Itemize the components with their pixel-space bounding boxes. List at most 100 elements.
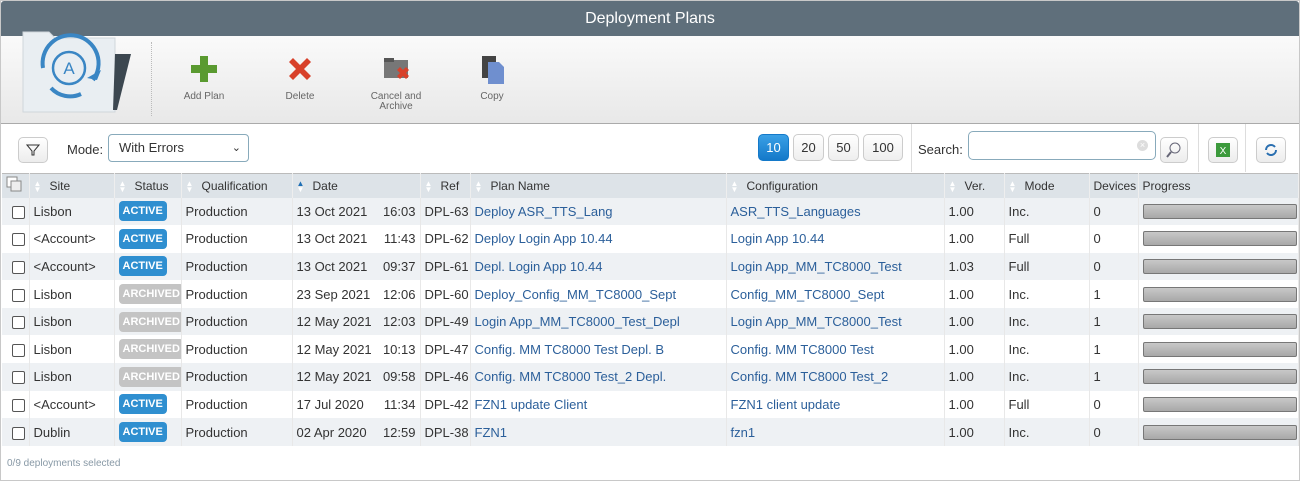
mode-select[interactable]: With Errors ⌄	[108, 134, 249, 162]
search-input[interactable]: ×	[968, 131, 1156, 160]
cancel-and-archive-button[interactable]: Cancel and Archive	[356, 54, 436, 112]
row-checkbox[interactable]	[12, 371, 25, 385]
mode: Inc.	[1004, 335, 1090, 364]
ref: DPL-63	[420, 197, 471, 226]
configuration-link[interactable]: Config. MM TC8000 Test_2	[731, 369, 889, 384]
chevron-down-icon: ⌄	[231, 142, 241, 154]
row-checkbox[interactable]	[12, 288, 25, 302]
column-header-site[interactable]: ▲ ▼ Site	[29, 173, 115, 198]
page-size-100[interactable]: 100	[863, 134, 903, 161]
table-row[interactable]: Lisbon ARCHIVED Production 12 May 2021 09:58…	[2, 363, 1299, 391]
configuration-link[interactable]: Login App 10.44	[731, 231, 825, 246]
version: 1.03	[944, 252, 1005, 281]
status-badge: ARCHIVED	[118, 311, 180, 332]
add-plan-button[interactable]: Add Plan	[164, 54, 244, 102]
row-checkbox[interactable]	[12, 343, 25, 357]
ref: DPL-47	[420, 335, 471, 364]
page-size-50[interactable]: 50	[828, 134, 859, 161]
column-label: Qualification	[201, 178, 268, 193]
configuration-link[interactable]: Config. MM TC8000 Test	[731, 342, 874, 357]
column-header-mode[interactable]: ▲ ▼ Mode	[1004, 173, 1090, 198]
delete-button[interactable]: Delete	[260, 54, 340, 102]
deployment-folder-logo-icon: A	[22, 31, 131, 113]
site: <Account>	[29, 390, 115, 419]
sort-arrows-icon: ▲ ▼	[33, 178, 42, 194]
magnifier-icon	[1166, 142, 1181, 158]
column-header-status[interactable]: ▲ ▼ Status	[114, 173, 182, 198]
plan-name-link[interactable]: Deploy Login App 10.44	[475, 231, 613, 246]
table-row[interactable]: <Account> ACTIVE Production 17 Jul 2020 11:3…	[2, 390, 1299, 419]
clear-search-icon[interactable]: ×	[1137, 140, 1148, 151]
configuration-link[interactable]: ASR_TTS_Languages	[731, 204, 861, 219]
table-row[interactable]: Lisbon ARCHIVED Production 12 May 2021 12:03…	[2, 307, 1299, 336]
qualification: Production	[181, 197, 293, 226]
table-row[interactable]: Dublin ACTIVE Production 02 Apr 2020 12:59 DP…	[2, 418, 1299, 446]
row-checkbox[interactable]	[12, 316, 25, 330]
row-checkbox[interactable]	[12, 233, 25, 247]
selection-count: 0/9 deployments selected	[7, 458, 121, 469]
mode: Inc.	[1004, 197, 1090, 226]
filter-button[interactable]	[18, 137, 48, 163]
qualification: Production	[181, 390, 293, 419]
plan-name-link[interactable]: Depl. Login App 10.44	[475, 259, 603, 274]
plan-name-link[interactable]: Config. MM TC8000 Test Depl. B	[475, 342, 665, 357]
divider	[1245, 124, 1246, 172]
site: <Account>	[29, 252, 115, 281]
configuration-link[interactable]: FZN1 client update	[731, 397, 841, 412]
progress-bar	[1142, 286, 1297, 302]
table-row[interactable]: <Account> ACTIVE Production 13 Oct 2021 09:3…	[2, 252, 1299, 281]
table-row[interactable]: Lisbon ARCHIVED Production 12 May 2021 10:13…	[2, 335, 1299, 364]
plan-name-link[interactable]: Deploy_Config_MM_TC8000_Sept	[475, 287, 677, 302]
row-checkbox[interactable]	[12, 398, 25, 412]
plan-name-link[interactable]: Deploy ASR_TTS_Lang	[475, 204, 613, 219]
devices: 1	[1089, 335, 1139, 364]
configuration-link[interactable]: fzn1	[731, 425, 756, 440]
refresh-button[interactable]	[1256, 137, 1286, 163]
column-header-ref[interactable]: ▲ ▼ Ref	[420, 173, 471, 198]
status-badge: ACTIVE	[118, 228, 167, 249]
plan-name-link[interactable]: Login App_MM_TC8000_Test_Depl	[475, 314, 680, 329]
status-badge: ARCHIVED	[118, 366, 180, 387]
status-badge: ARCHIVED	[118, 284, 180, 305]
column-header-ver[interactable]: ▲ ▼ Ver.	[944, 173, 1005, 198]
site: Lisbon	[29, 197, 115, 226]
configuration-link[interactable]: Login App_MM_TC8000_Test	[731, 259, 902, 274]
page-size-10[interactable]: 10	[758, 134, 789, 161]
sort-arrows-icon: ▲ ▼	[948, 178, 957, 194]
column-header-qualification[interactable]: ▲ ▼ Qualification	[181, 173, 293, 198]
column-label: Mode	[1024, 178, 1055, 193]
column-label: Ver.	[964, 178, 986, 193]
configuration-link[interactable]: Login App_MM_TC8000_Test	[731, 314, 902, 329]
row-checkbox[interactable]	[12, 426, 25, 440]
table-row[interactable]: <Account> ACTIVE Production 13 Oct 2021 11:4…	[2, 225, 1299, 253]
table-row[interactable]: Lisbon ARCHIVED Production 23 Sep 2021 12:06…	[2, 280, 1299, 308]
row-checkbox[interactable]	[12, 205, 25, 219]
mode: Full	[1004, 390, 1090, 419]
column-label: Progress	[1142, 178, 1191, 193]
version: 1.00	[944, 363, 1005, 391]
progress-bar	[1142, 396, 1297, 412]
export-excel-button[interactable]: X	[1208, 137, 1238, 163]
divider	[911, 124, 912, 172]
sort-arrows-icon: ▲ ▼	[474, 178, 483, 194]
copy-button[interactable]: Copy	[452, 54, 532, 102]
column-header-configuration[interactable]: ▲ ▼ Configuration	[726, 173, 945, 198]
time: 12:59	[382, 424, 416, 440]
page-size-20[interactable]: 20	[793, 134, 824, 161]
row-checkbox[interactable]	[12, 261, 25, 275]
table-row[interactable]: Lisbon ACTIVE Production 13 Oct 2021 16:03 DP…	[2, 197, 1299, 226]
mode: Inc.	[1004, 307, 1090, 336]
select-all-icon[interactable]	[2, 173, 30, 198]
column-header-date[interactable]: ▲ ▼ Date	[292, 173, 421, 198]
search-button[interactable]	[1160, 137, 1188, 163]
date: 02 Apr 2020	[296, 424, 367, 440]
configuration-link[interactable]: Config_MM_TC8000_Sept	[731, 287, 885, 302]
status-badge: ACTIVE	[118, 201, 167, 222]
column-header-devices: Devices	[1089, 173, 1139, 198]
plan-name-link[interactable]: Config. MM TC8000 Test_2 Depl.	[475, 369, 667, 384]
progress-bar	[1142, 369, 1297, 385]
column-header-plan-name[interactable]: ▲ ▼ Plan Name	[470, 173, 727, 198]
plan-name-link[interactable]: FZN1 update Client	[475, 397, 588, 412]
plan-name-link[interactable]: FZN1	[475, 425, 508, 440]
site: Lisbon	[29, 280, 115, 308]
